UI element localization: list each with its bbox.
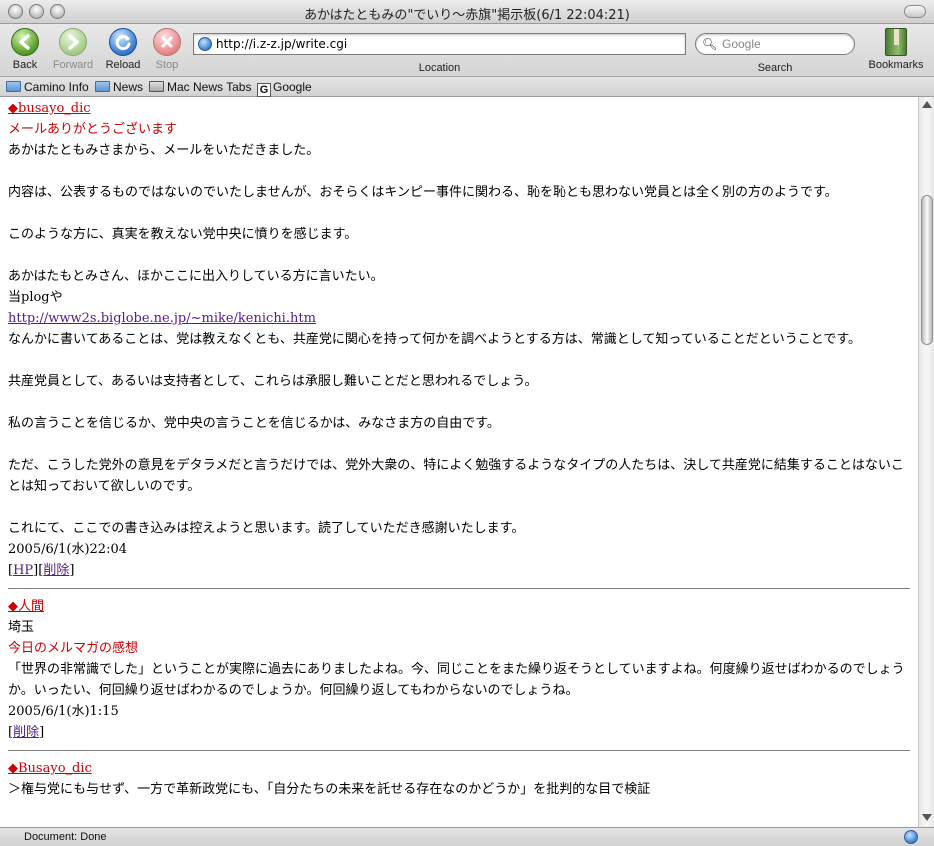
external-link[interactable]: http://www2s.biglobe.ne.jp/~mike/kenichi…: [8, 311, 316, 326]
post-divider: [8, 588, 910, 589]
bookmarks-button[interactable]: Bookmarks: [862, 28, 930, 71]
post-subject: 今日のメルマガの感想: [8, 641, 139, 656]
window-titlebar: あかはたともみの"でいり〜赤旗"掲示板(6/1 22:04:21): [0, 0, 934, 24]
hp-link[interactable]: HP: [13, 563, 33, 578]
post-3: ◆Busayo_dic ＞権与党にも与せず、一方で革新政党にも、「自分たちの未来…: [8, 758, 910, 800]
location-label: Location: [418, 62, 461, 74]
search-icon[interactable]: 🔍︎: [702, 37, 717, 51]
site-globe-icon: [198, 37, 212, 51]
search-placeholder: Google: [722, 37, 761, 51]
forward-button[interactable]: Forward: [48, 28, 98, 71]
post-date: 2005/6/1(水)22:04: [8, 542, 127, 557]
post-body: ＞権与党にも与せず、一方で革新政党にも、「自分たちの未来を託せる存在なのかどうか…: [8, 782, 651, 797]
post-body-line: これにて、ここでの書き込みは控えようと思います。読了していただき感謝いたします。: [8, 521, 525, 536]
post-body-line: 内容は、公表するものではないのでいたしませんが、おそらくはキンピー事件に関わる、…: [8, 185, 838, 200]
location-field[interactable]: http://i.z-z.jp/write.cgi: [193, 33, 686, 55]
post-body-line: 私の言うことを信じるか、党中央の言うことを信じるかは、みなさま方の自由です。: [8, 416, 500, 431]
poster-name-link[interactable]: ◆人間: [8, 599, 44, 614]
bookmark-google[interactable]: G Google: [257, 80, 312, 97]
poster-name-link[interactable]: ◆busayo_dic: [8, 101, 91, 116]
tabs-icon: [149, 81, 164, 92]
post-body-line: ただ、こうした党外の意見をデタラメだと言うだけでは、党外大衆の、特によく勉強する…: [8, 458, 904, 494]
post-date: 2005/6/1(水)1:15: [8, 704, 119, 719]
poster-name: ◆人間: [8, 596, 910, 617]
bookmark-camino-info[interactable]: Camino Info: [6, 80, 89, 94]
scrollbar-thumb[interactable]: [921, 195, 933, 345]
poster-name-link[interactable]: ◆Busayo_dic: [8, 761, 92, 776]
forward-label: Forward: [52, 59, 94, 71]
forward-arrow-icon: [59, 28, 87, 56]
post-2: ◆人間 埼玉 今日のメルマガの感想 「世界の非常識でした」ということが実際に過去…: [8, 596, 910, 743]
window-title: あかはたともみの"でいり〜赤旗"掲示板(6/1 22:04:21): [304, 8, 630, 23]
reload-label: Reload: [105, 59, 141, 71]
bookmark-mac-news-tabs[interactable]: Mac News Tabs: [149, 80, 251, 94]
post-body-line: あかはたともみさまから、メールをいただきました。: [8, 143, 320, 158]
security-globe-icon: [904, 830, 918, 844]
search-field[interactable]: 🔍︎ Google: [695, 33, 855, 55]
poster-name: ◆Busayo_dic: [8, 758, 910, 779]
back-button[interactable]: Back: [0, 28, 50, 71]
vertical-scrollbar[interactable]: [918, 97, 934, 827]
post-1: ◆busayo_dic メールありがとうございます あかはたともみさまから、メー…: [8, 98, 910, 581]
post-body-line: 当plogや: [8, 290, 63, 305]
google-icon: G: [257, 83, 271, 97]
reload-button[interactable]: Reload: [98, 28, 148, 71]
bookmark-news[interactable]: News: [95, 80, 143, 94]
post-body-line: なんかに書いてあることは、党は教えなくとも、共産党に関心を持って何かを調べようと…: [8, 332, 862, 347]
poster-name: ◆busayo_dic: [8, 98, 910, 119]
navigation-toolbar: Back Forward Reload Stop http://i.z-z.jp…: [0, 24, 934, 77]
folder-icon: [95, 81, 110, 92]
bookmarks-book-icon: [885, 28, 907, 56]
post-body-line: あかはたもとみさん、ほかここに出入りしている方に言いたい。: [8, 269, 384, 284]
post-body-line: このような方に、真実を教えない党中央に憤りを感じます。: [8, 227, 358, 242]
status-text: Document: Done: [24, 831, 107, 843]
back-arrow-icon: [11, 28, 39, 56]
folder-icon: [6, 81, 21, 92]
location-url[interactable]: http://i.z-z.jp/write.cgi: [216, 37, 347, 51]
reload-icon: [109, 28, 137, 56]
scroll-down-arrow-icon[interactable]: [922, 814, 932, 821]
post-actions: [HP][削除]: [8, 563, 75, 578]
status-bar: Document: Done: [0, 827, 934, 846]
post-body: 「世界の非常識でした」ということが実際に過去にありましたよね。今、同じことをまた…: [8, 662, 905, 698]
post-body-line: 共産党員として、あるいは支持者として、これらは承服し難いことだと思われるでしょう…: [8, 374, 538, 389]
toolbar-toggle-button[interactable]: [904, 5, 926, 18]
stop-icon: [153, 28, 181, 56]
back-label: Back: [12, 59, 38, 71]
delete-link[interactable]: 削除: [13, 725, 39, 740]
stop-button[interactable]: Stop: [142, 28, 192, 71]
bookmarks-label: Bookmarks: [868, 59, 924, 71]
stop-label: Stop: [155, 59, 179, 71]
post-divider: [8, 750, 910, 751]
delete-link[interactable]: 削除: [43, 563, 69, 578]
poster-location: 埼玉: [8, 620, 35, 635]
page-content: ◆busayo_dic メールありがとうございます あかはたともみさまから、メー…: [0, 97, 918, 827]
scroll-up-arrow-icon[interactable]: [922, 101, 932, 108]
bookmarks-bar: Camino Info News Mac News Tabs G Google: [0, 77, 934, 97]
post-subject: メールありがとうございます: [8, 122, 178, 137]
search-label: Search: [757, 62, 793, 74]
post-actions: [削除]: [8, 725, 45, 740]
